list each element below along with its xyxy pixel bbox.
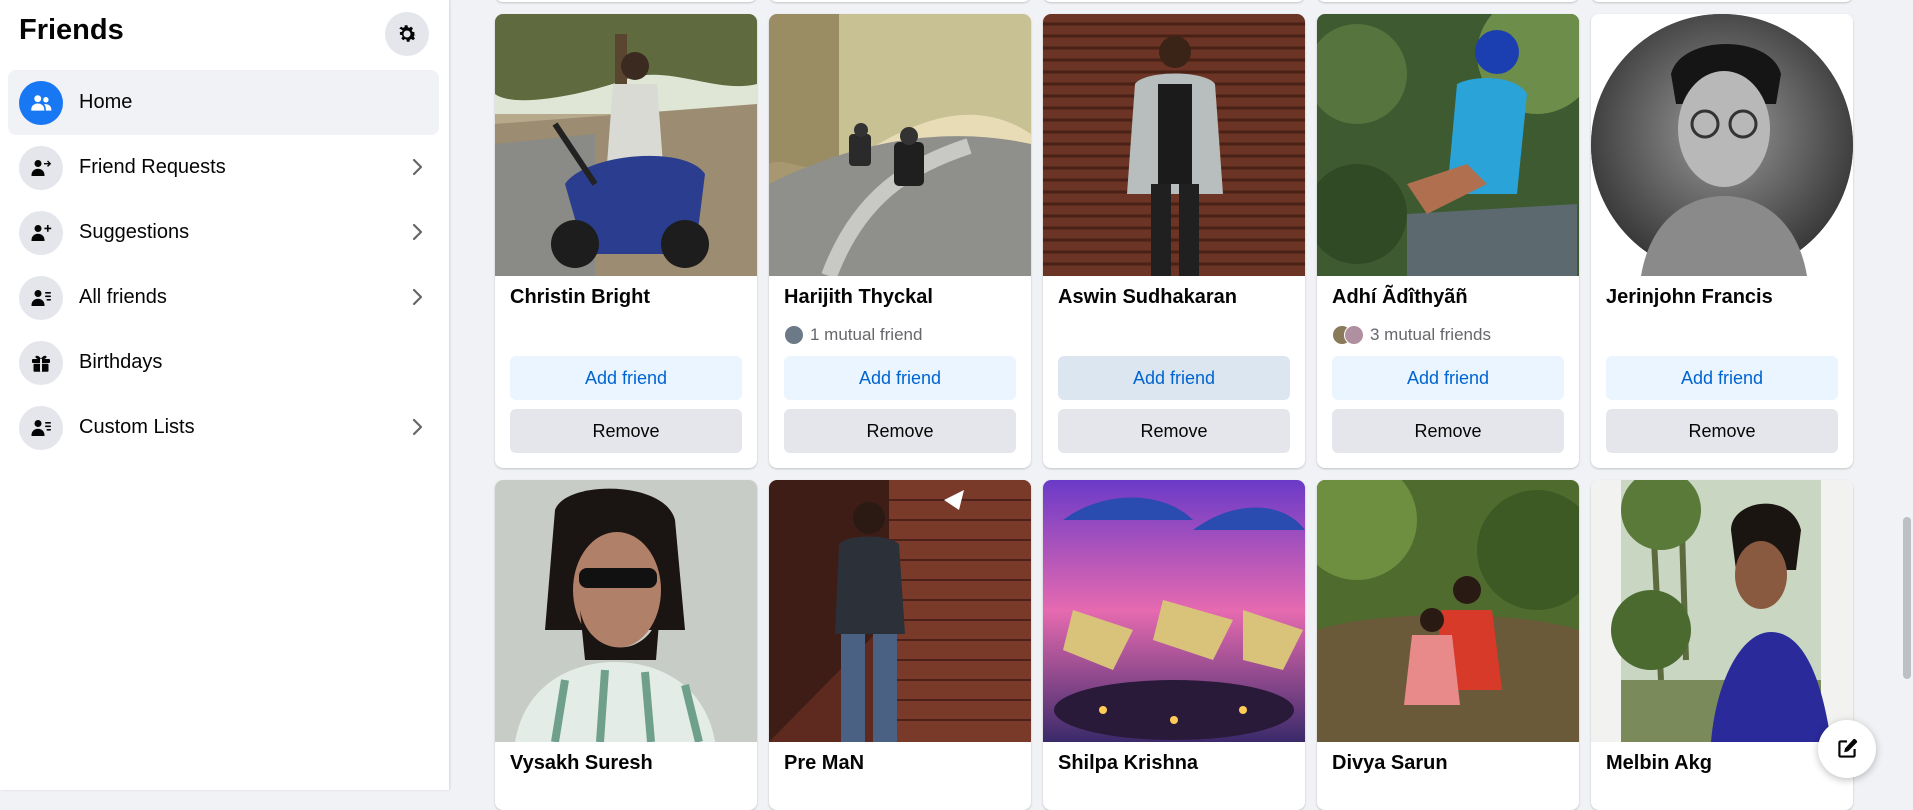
mutual-friends-text: 1 mutual friend [810, 325, 923, 344]
gear-icon [399, 25, 417, 42]
sidebar-item-home[interactable]: Home [8, 70, 439, 135]
mutual-friends: 1 mutual friend [784, 325, 922, 345]
friend-name[interactable]: Aswin Sudhakaran [1058, 286, 1237, 309]
mutual-friends: 3 mutual friends [1332, 325, 1491, 345]
remove-button[interactable]: Remove [784, 409, 1016, 453]
add-friend-button[interactable]: Add friend [784, 356, 1016, 400]
friend-card: Christin Bright Add friend Remove [495, 14, 757, 468]
sidebar-item-label: Friend Requests [79, 156, 226, 178]
friend-name[interactable]: Pre MaN [784, 752, 864, 775]
remove-button[interactable]: Remove [1332, 409, 1564, 453]
friend-card: Shilpa Krishna [1043, 480, 1305, 810]
add-friend-button[interactable]: Add friend [1058, 356, 1290, 400]
sidebar-item-label: Custom Lists [79, 416, 195, 438]
sidebar-item-label: All friends [79, 286, 167, 308]
sidebar-title: Friends [19, 14, 124, 46]
mutual-avatar [1344, 325, 1364, 345]
card-edge [769, 0, 1031, 2]
friends-home-icon [19, 80, 63, 125]
add-friend-button[interactable]: Add friend [1606, 356, 1838, 400]
compose-icon [1838, 738, 1858, 758]
friend-name[interactable]: Divya Sarun [1332, 752, 1448, 775]
friend-suggestions-grid: Christin Bright Add friend Remove Hariji… [449, 0, 1913, 810]
friend-name[interactable]: Adhí Ãdîthyãñ [1332, 286, 1468, 309]
sidebar-item-custom-lists[interactable]: Custom Lists [8, 395, 439, 460]
profile-photo[interactable] [1043, 480, 1305, 742]
friend-name[interactable]: Jerinjohn Francis [1606, 286, 1773, 309]
friend-name[interactable]: Harijith Thyckal [784, 286, 933, 309]
scrollbar-thumb[interactable] [1903, 517, 1911, 679]
friend-card: Divya Sarun [1317, 480, 1579, 810]
friends-sidebar: Friends Home Friend Requests Suggestions [0, 0, 449, 790]
friend-card: Vysakh Suresh [495, 480, 757, 810]
sidebar-item-label: Birthdays [79, 351, 163, 373]
profile-photo[interactable] [1317, 14, 1579, 276]
profile-photo[interactable] [1043, 14, 1305, 276]
friend-name[interactable]: Christin Bright [510, 286, 650, 309]
mutual-avatar [784, 325, 804, 345]
chevron-right-icon [412, 288, 423, 306]
gift-icon [19, 340, 63, 385]
chevron-right-icon [412, 418, 423, 436]
sidebar-item-all-friends[interactable]: All friends [8, 265, 439, 330]
friend-card: Harijith Thyckal 1 mutual friend Add fri… [769, 14, 1031, 468]
profile-photo[interactable] [769, 14, 1031, 276]
card-edge [1317, 0, 1579, 2]
sidebar-item-label: Suggestions [79, 221, 190, 243]
mutual-friends-text: 3 mutual friends [1370, 325, 1491, 344]
card-edge [495, 0, 757, 2]
sidebar-item-birthdays[interactable]: Birthdays [8, 330, 439, 395]
friend-card: Pre MaN [769, 480, 1031, 810]
add-friend-button[interactable]: Add friend [510, 356, 742, 400]
card-edge [1043, 0, 1305, 2]
profile-photo[interactable] [495, 14, 757, 276]
remove-button[interactable]: Remove [1058, 409, 1290, 453]
friend-request-icon [19, 145, 63, 190]
profile-photo[interactable] [495, 480, 757, 742]
profile-photo[interactable] [769, 480, 1031, 742]
friend-card: Aswin Sudhakaran Add friend Remove [1043, 14, 1305, 468]
friend-card: Melbin Akg [1591, 480, 1853, 810]
settings-button[interactable] [385, 12, 429, 56]
add-friend-button[interactable]: Add friend [1332, 356, 1564, 400]
friend-name[interactable]: Shilpa Krishna [1058, 752, 1198, 775]
friend-name[interactable]: Melbin Akg [1606, 752, 1712, 775]
card-edge [1591, 0, 1853, 2]
profile-photo[interactable] [1317, 480, 1579, 742]
custom-list-icon [19, 405, 63, 450]
remove-button[interactable]: Remove [510, 409, 742, 453]
sidebar-item-friend-requests[interactable]: Friend Requests [8, 135, 439, 200]
scrollbar[interactable] [1901, 0, 1913, 790]
add-person-icon [19, 210, 63, 255]
sidebar-nav: Home Friend Requests Suggestions All fri… [8, 70, 439, 460]
chevron-right-icon [412, 158, 423, 176]
friend-list-icon [19, 275, 63, 320]
friend-card: Jerinjohn Francis Add friend Remove [1591, 14, 1853, 468]
profile-photo[interactable] [1591, 14, 1853, 276]
new-message-button[interactable] [1818, 720, 1876, 778]
remove-button[interactable]: Remove [1606, 409, 1838, 453]
friend-card: Adhí Ãdîthyãñ 3 mutual friends Add frien… [1317, 14, 1579, 468]
chevron-right-icon [412, 223, 423, 241]
profile-photo[interactable] [1591, 480, 1853, 742]
sidebar-item-suggestions[interactable]: Suggestions [8, 200, 439, 265]
sidebar-item-label: Home [79, 91, 133, 113]
friend-name[interactable]: Vysakh Suresh [510, 752, 653, 775]
